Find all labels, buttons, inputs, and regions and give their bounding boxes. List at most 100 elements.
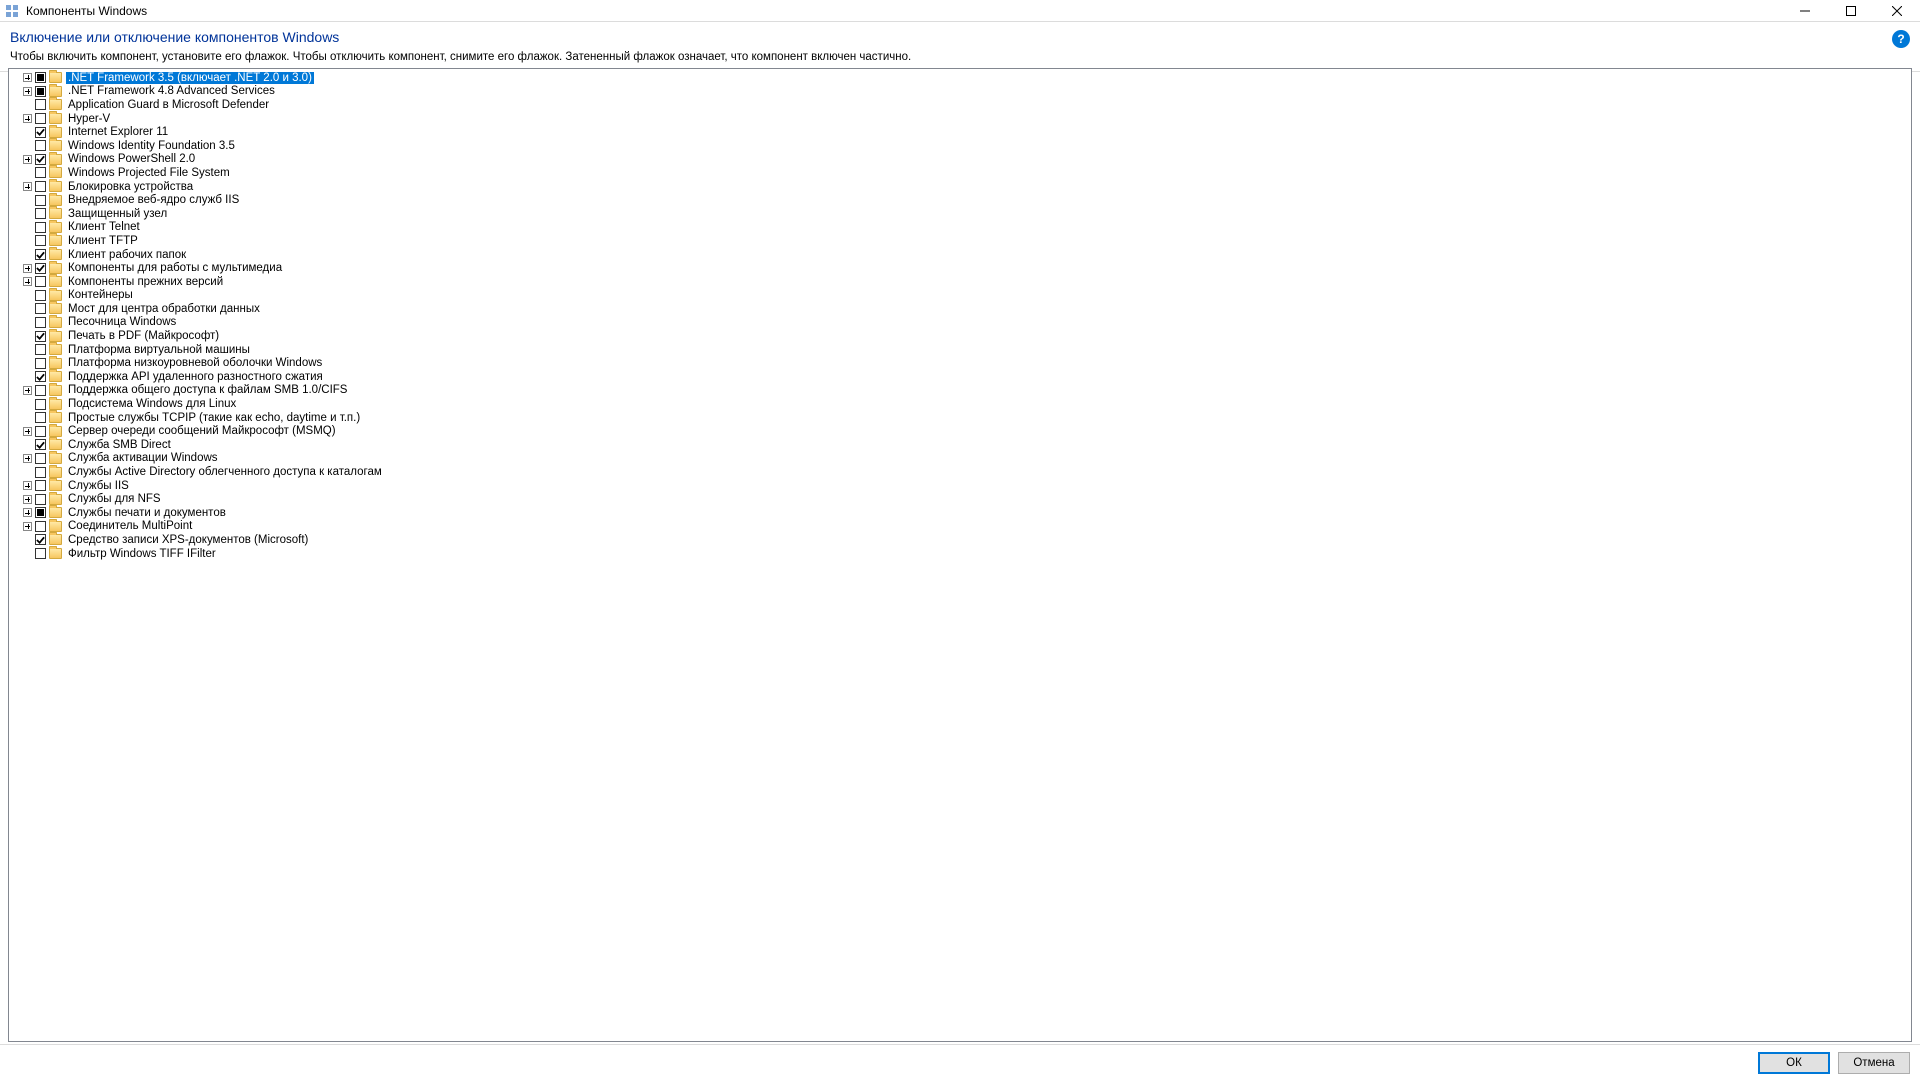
feature-label[interactable]: Платформа низкоуровневой оболочки Window… — [66, 357, 324, 369]
feature-checkbox[interactable] — [35, 426, 46, 437]
feature-checkbox[interactable] — [35, 371, 46, 382]
feature-label[interactable]: Поддержка API удаленного разностного сжа… — [66, 371, 325, 383]
feature-label[interactable]: Клиент Telnet — [66, 221, 142, 233]
feature-checkbox[interactable] — [35, 127, 46, 138]
features-tree[interactable]: .NET Framework 3.5 (включает .NET 2.0 и … — [8, 68, 1912, 1042]
feature-row[interactable]: Поддержка общего доступа к файлам SMB 1.… — [9, 384, 1911, 398]
close-button[interactable] — [1874, 0, 1920, 22]
feature-label[interactable]: Служба активации Windows — [66, 452, 220, 464]
feature-checkbox[interactable] — [35, 317, 46, 328]
feature-label[interactable]: Соединитель MultiPoint — [66, 520, 194, 532]
feature-row[interactable]: Сервер очереди сообщений Майкрософт (MSM… — [9, 424, 1911, 438]
feature-label[interactable]: Internet Explorer 11 — [66, 126, 170, 138]
feature-row[interactable]: Служба активации Windows — [9, 452, 1911, 466]
feature-checkbox[interactable] — [35, 494, 46, 505]
feature-checkbox[interactable] — [35, 86, 46, 97]
expand-icon[interactable] — [23, 277, 32, 286]
feature-row[interactable]: Защищенный узел — [9, 207, 1911, 221]
feature-label[interactable]: Платформа виртуальной машины — [66, 344, 252, 356]
feature-row[interactable]: Платформа низкоуровневой оболочки Window… — [9, 356, 1911, 370]
expand-icon[interactable] — [23, 495, 32, 504]
feature-checkbox[interactable] — [35, 521, 46, 532]
feature-label[interactable]: Клиент TFTP — [66, 235, 140, 247]
expand-icon[interactable] — [23, 454, 32, 463]
ok-button[interactable]: ОК — [1758, 1052, 1830, 1074]
feature-checkbox[interactable] — [35, 99, 46, 110]
feature-row[interactable]: Клиент TFTP — [9, 234, 1911, 248]
feature-checkbox[interactable] — [35, 72, 46, 83]
feature-label[interactable]: Компоненты для работы с мультимедиа — [66, 262, 284, 274]
feature-checkbox[interactable] — [35, 222, 46, 233]
feature-row[interactable]: Внедряемое веб-ядро служб IIS — [9, 193, 1911, 207]
expand-icon[interactable] — [23, 114, 32, 123]
cancel-button[interactable]: Отмена — [1838, 1052, 1910, 1074]
feature-row[interactable]: Мост для центра обработки данных — [9, 302, 1911, 316]
feature-label[interactable]: Контейнеры — [66, 289, 135, 301]
expand-icon[interactable] — [23, 427, 32, 436]
feature-row[interactable]: Компоненты прежних версий — [9, 275, 1911, 289]
feature-checkbox[interactable] — [35, 154, 46, 165]
feature-checkbox[interactable] — [35, 290, 46, 301]
feature-label[interactable]: Мост для центра обработки данных — [66, 303, 262, 315]
feature-row[interactable]: Службы IIS — [9, 479, 1911, 493]
feature-row[interactable]: Windows Identity Foundation 3.5 — [9, 139, 1911, 153]
feature-label[interactable]: Печать в PDF (Майкрософт) — [66, 330, 221, 342]
feature-label[interactable]: Application Guard в Microsoft Defender — [66, 99, 271, 111]
feature-row[interactable]: Платформа виртуальной машины — [9, 343, 1911, 357]
expand-icon[interactable] — [23, 508, 32, 517]
feature-row[interactable]: Windows PowerShell 2.0 — [9, 153, 1911, 167]
feature-row[interactable]: Фильтр Windows TIFF IFilter — [9, 547, 1911, 561]
feature-checkbox[interactable] — [35, 249, 46, 260]
feature-checkbox[interactable] — [35, 548, 46, 559]
feature-row[interactable]: Контейнеры — [9, 289, 1911, 303]
feature-row[interactable]: .NET Framework 4.8 Advanced Services — [9, 85, 1911, 99]
feature-row[interactable]: Средство записи XPS-документов (Microsof… — [9, 533, 1911, 547]
feature-label[interactable]: Простые службы TCPIP (такие как echo, da… — [66, 412, 362, 424]
feature-label[interactable]: Поддержка общего доступа к файлам SMB 1.… — [66, 384, 349, 396]
maximize-button[interactable] — [1828, 0, 1874, 22]
feature-checkbox[interactable] — [35, 399, 46, 410]
expand-icon[interactable] — [23, 481, 32, 490]
feature-checkbox[interactable] — [35, 167, 46, 178]
feature-row[interactable]: Поддержка API удаленного разностного сжа… — [9, 370, 1911, 384]
feature-checkbox[interactable] — [35, 208, 46, 219]
feature-label[interactable]: Службы Active Directory облегченного дос… — [66, 466, 384, 478]
feature-checkbox[interactable] — [35, 235, 46, 246]
feature-row[interactable]: Компоненты для работы с мультимедиа — [9, 261, 1911, 275]
expand-icon[interactable] — [23, 522, 32, 531]
feature-checkbox[interactable] — [35, 195, 46, 206]
feature-checkbox[interactable] — [35, 344, 46, 355]
expand-icon[interactable] — [23, 386, 32, 395]
feature-checkbox[interactable] — [35, 385, 46, 396]
feature-checkbox[interactable] — [35, 439, 46, 450]
feature-row[interactable]: Службы для NFS — [9, 492, 1911, 506]
feature-checkbox[interactable] — [35, 113, 46, 124]
feature-label[interactable]: .NET Framework 3.5 (включает .NET 2.0 и … — [66, 72, 314, 84]
feature-label[interactable]: Клиент рабочих папок — [66, 249, 188, 261]
feature-label[interactable]: Windows Projected File System — [66, 167, 232, 179]
help-icon[interactable]: ? — [1892, 30, 1910, 48]
feature-checkbox[interactable] — [35, 303, 46, 314]
feature-checkbox[interactable] — [35, 276, 46, 287]
feature-row[interactable]: Простые службы TCPIP (такие как echo, da… — [9, 411, 1911, 425]
feature-row[interactable]: Песочница Windows — [9, 316, 1911, 330]
feature-row[interactable]: Службы Active Directory облегченного дос… — [9, 465, 1911, 479]
expand-icon[interactable] — [23, 155, 32, 164]
feature-label[interactable]: .NET Framework 4.8 Advanced Services — [66, 85, 277, 97]
feature-checkbox[interactable] — [35, 140, 46, 151]
feature-label[interactable]: Hyper-V — [66, 113, 112, 125]
feature-checkbox[interactable] — [35, 412, 46, 423]
feature-label[interactable]: Блокировка устройства — [66, 181, 195, 193]
feature-checkbox[interactable] — [35, 331, 46, 342]
feature-label[interactable]: Сервер очереди сообщений Майкрософт (MSM… — [66, 425, 338, 437]
feature-label[interactable]: Подсистема Windows для Linux — [66, 398, 238, 410]
expand-icon[interactable] — [23, 264, 32, 273]
feature-checkbox[interactable] — [35, 480, 46, 491]
feature-checkbox[interactable] — [35, 467, 46, 478]
feature-label[interactable]: Служба SMB Direct — [66, 439, 173, 451]
minimize-button[interactable] — [1782, 0, 1828, 22]
expand-icon[interactable] — [23, 87, 32, 96]
feature-label[interactable]: Windows PowerShell 2.0 — [66, 153, 197, 165]
expand-icon[interactable] — [23, 73, 32, 82]
feature-label[interactable]: Службы печати и документов — [66, 507, 228, 519]
